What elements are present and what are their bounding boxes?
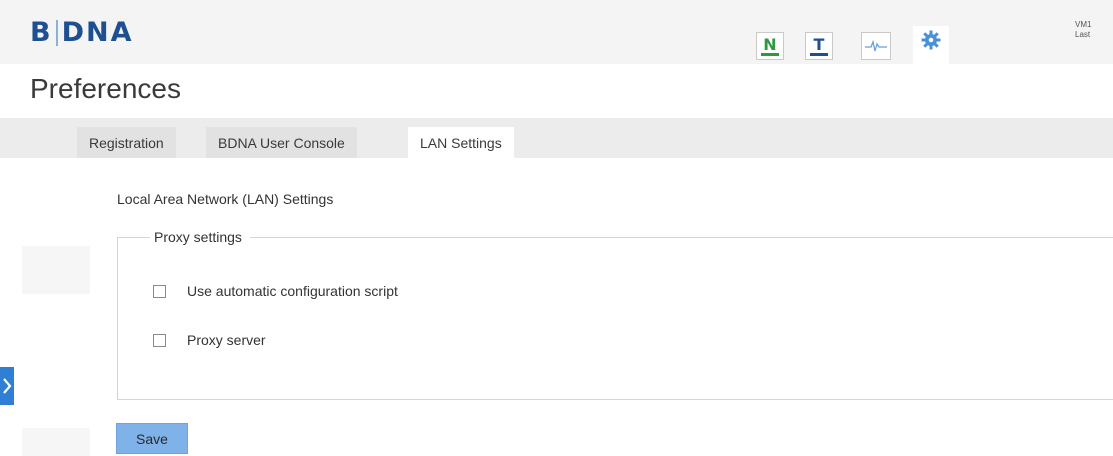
gear-icon-graphic	[921, 30, 941, 50]
technopedia-icon[interactable]: T	[805, 32, 833, 60]
pulse-icon[interactable]	[861, 32, 891, 60]
side-panel-shadow	[22, 428, 90, 456]
bdna-logo[interactable]: B DNA	[30, 17, 134, 48]
proxy-server-label[interactable]: Proxy server	[187, 332, 266, 348]
gear-icon[interactable]	[913, 26, 949, 76]
proxy-server-checkbox[interactable]	[153, 333, 166, 347]
lan-section-title: Local Area Network (LAN) Settings	[117, 191, 334, 207]
tab-bar: Registration BDNA User Console LAN Setti…	[0, 118, 1113, 158]
logo-separator	[55, 19, 58, 46]
technopedia-icon-letter: T	[813, 35, 825, 54]
tab-lan-settings[interactable]: LAN Settings	[408, 127, 514, 158]
logo-text: DNA	[61, 17, 134, 48]
proxy-server-option[interactable]: Proxy server	[153, 332, 266, 348]
auto-config-checkbox[interactable]	[153, 284, 166, 298]
tab-registration[interactable]: Registration	[77, 127, 176, 158]
user-name: VM1	[1075, 20, 1092, 29]
chevron-right-icon	[3, 378, 12, 394]
logo-letter: B	[30, 17, 53, 48]
side-panel-shadow	[22, 246, 90, 294]
tab-bdna-user-console[interactable]: BDNA User Console	[206, 127, 357, 158]
normalize-icon[interactable]: N	[756, 32, 784, 60]
normalize-icon-letter: N	[763, 35, 777, 54]
proxy-settings-group	[117, 237, 1113, 400]
save-button[interactable]: Save	[116, 423, 188, 454]
user-info[interactable]: VM1 Last	[1075, 20, 1091, 40]
page-title: Preferences	[30, 73, 181, 104]
expand-sidebar-button[interactable]	[0, 367, 14, 405]
user-last-login: Last	[1075, 30, 1091, 39]
auto-config-label[interactable]: Use automatic configuration script	[187, 283, 398, 299]
tab-label: BDNA User Console	[218, 134, 345, 151]
tab-label: Registration	[89, 134, 164, 151]
proxy-settings-legend: Proxy settings	[150, 229, 250, 245]
auto-config-option[interactable]: Use automatic configuration script	[153, 283, 398, 299]
tab-label: LAN Settings	[420, 134, 502, 151]
top-header: B DNA N T VM1 Last	[0, 0, 1113, 76]
header-icon-bar: N T	[756, 16, 970, 76]
pulse-icon-graphic	[865, 39, 887, 52]
